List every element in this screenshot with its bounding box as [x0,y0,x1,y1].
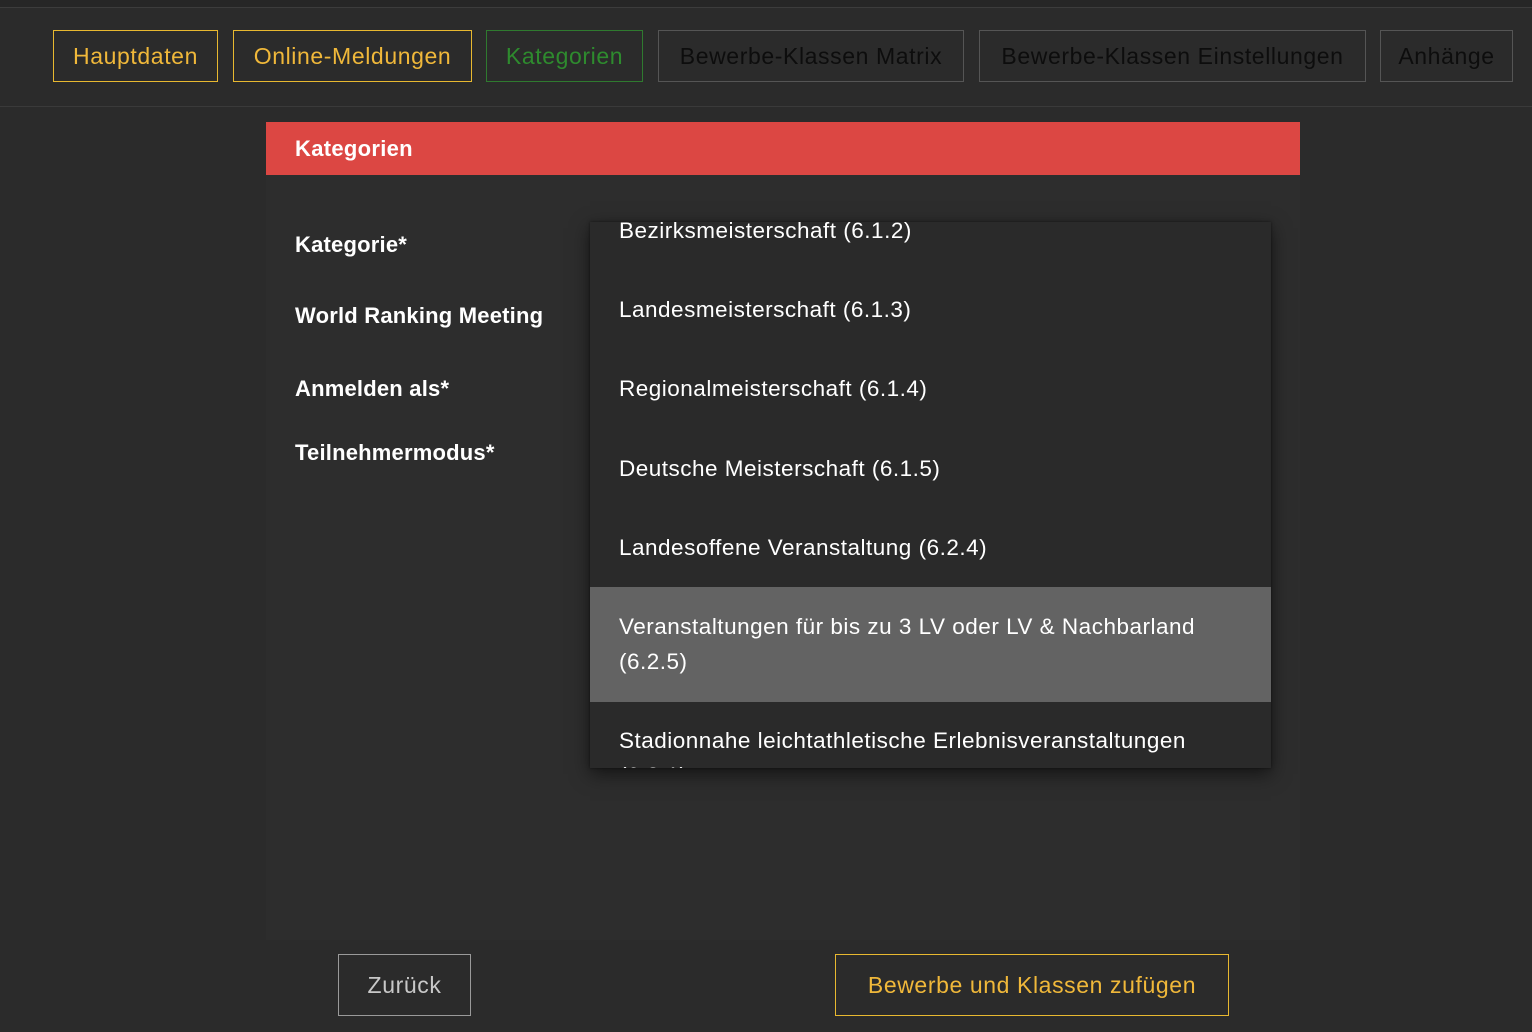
back-button[interactable]: Zurück [338,954,471,1016]
option-veranstaltungen-3-lv[interactable]: Veranstaltungen für bis zu 3 LV oder LV … [590,587,1271,702]
top-strip [0,0,1532,8]
kategorie-dropdown-list[interactable]: Bezirksmeisterschaft (6.1.2) Landesmeist… [590,222,1271,768]
option-deutsche-meisterschaft[interactable]: Deutsche Meisterschaft (6.1.5) [590,451,1271,511]
tab-online-meldungen[interactable]: Online-Meldungen [233,30,472,82]
option-stadionnahe-erlebnisveranstaltungen[interactable]: Stadionnahe leichtathletische Erlebnisve… [590,723,1271,768]
add-bewerbe-klassen-button[interactable]: Bewerbe und Klassen zufügen [835,954,1229,1016]
option-landesoffene-veranstaltung[interactable]: Landesoffene Veranstaltung (6.2.4) [590,530,1271,590]
label-world-ranking-meeting: World Ranking Meeting [295,303,544,328]
tab-hauptdaten[interactable]: Hauptdaten [53,30,218,82]
label-kategorie: Kategorie* [295,232,408,257]
tab-anhaenge[interactable]: Anhänge [1380,30,1513,82]
tab-bar: Hauptdaten Online-Meldungen Kategorien B… [0,8,1532,107]
label-anmelden-als: Anmelden als* [295,376,450,401]
option-landesmeisterschaft[interactable]: Landesmeisterschaft (6.1.3) [590,292,1271,352]
option-bezirksmeisterschaft[interactable]: Bezirksmeisterschaft (6.1.2) [590,222,1271,273]
tab-bewerbe-klassen-matrix[interactable]: Bewerbe-Klassen Matrix [658,30,964,82]
tab-bewerbe-klassen-einstellungen[interactable]: Bewerbe-Klassen Einstellungen [979,30,1366,82]
option-regionalmeisterschaft[interactable]: Regionalmeisterschaft (6.1.4) [590,371,1271,431]
page: Hauptdaten Online-Meldungen Kategorien B… [0,0,1532,1032]
panel-title: Kategorien [266,122,1300,175]
label-teilnehmermodus: Teilnehmermodus* [295,440,495,465]
tab-kategorien[interactable]: Kategorien [486,30,643,82]
